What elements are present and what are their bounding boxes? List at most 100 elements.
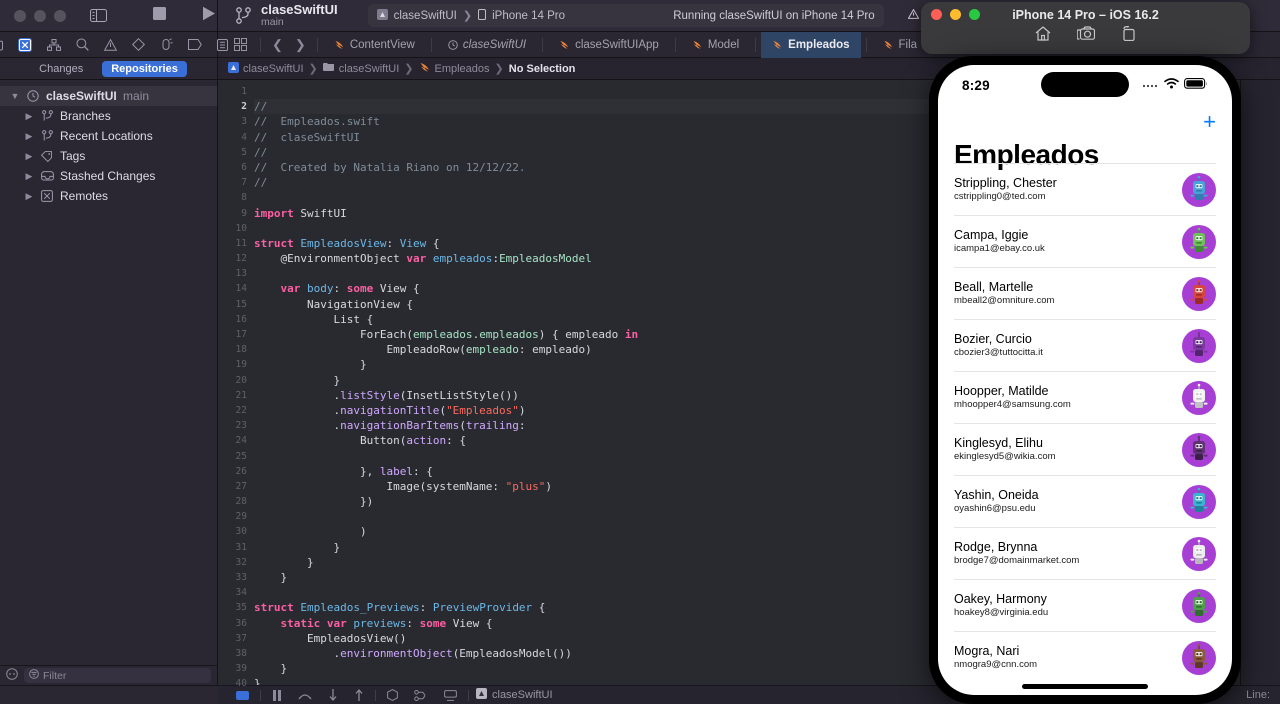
pause-icon[interactable] (264, 689, 290, 701)
tree-item-stashed-changes[interactable]: ▶ Stashed Changes (0, 166, 217, 186)
editor-tab-contentview[interactable]: ContentView (323, 32, 426, 58)
disclosure-chevron-right-icon[interactable]: ▶ (24, 151, 34, 162)
activity-status-bar[interactable]: claseSwiftUI ❯ iPhone 14 Pro Running cla… (367, 4, 884, 27)
segment-repositories[interactable]: Repositories (102, 60, 187, 77)
simulator-minimize-button[interactable] (950, 9, 961, 20)
line-number: 6 (241, 161, 247, 173)
breadcrumb-item-folder[interactable]: claseSwiftUI (322, 62, 399, 75)
list-item[interactable]: Bozier, Curcio cbozier3@tuttocitta.it (954, 319, 1216, 371)
list-item[interactable]: Yashin, Oneida oyashin6@psu.edu (954, 475, 1216, 527)
symbols-icon[interactable] (47, 38, 61, 51)
code-token: PreviewProvider (432, 601, 533, 615)
debug-icon[interactable] (160, 38, 173, 51)
related-items-icon[interactable] (226, 38, 255, 51)
rotate-device-icon[interactable] (1121, 25, 1137, 46)
list-item[interactable]: Mogra, Nari nmogra9@cnn.com (954, 631, 1216, 683)
navigate-forward-button[interactable]: ❯ (289, 37, 312, 53)
folder-icon[interactable] (0, 39, 3, 51)
disclosure-chevron-right-icon[interactable]: ▶ (24, 191, 34, 202)
memory-graph-icon[interactable] (379, 689, 406, 701)
dynamic-island (1041, 72, 1129, 97)
tree-item-branches[interactable]: ▶ Branches (0, 106, 217, 126)
list-item[interactable]: Strippling, Chester cstrippling0@ted.com (954, 163, 1216, 215)
list-item[interactable]: Hoopper, Matilde mhoopper4@samsung.com (954, 371, 1216, 423)
list-item[interactable]: Rodge, Brynna brodge7@domainmarket.com (954, 527, 1216, 579)
code-token: empleados (412, 328, 473, 341)
stop-icon[interactable] (153, 6, 166, 25)
line-number: 12 (235, 253, 247, 265)
disclosure-chevron-down-icon[interactable]: ▼ (10, 91, 20, 101)
continue-execution-icon[interactable] (228, 690, 257, 700)
filter-options-icon[interactable] (6, 667, 18, 685)
step-over-icon[interactable] (290, 691, 320, 700)
tree-item-tags[interactable]: ▶ Tags (0, 146, 217, 166)
simulator-close-button[interactable] (931, 9, 942, 20)
tree-item-recent-locations[interactable]: ▶ Recent Locations (0, 126, 217, 146)
disclosure-chevron-right-icon[interactable]: ▶ (24, 111, 34, 122)
simulator-zoom-button[interactable] (969, 9, 980, 20)
employee-list[interactable]: Strippling, Chester cstrippling0@ted.com C… (938, 163, 1232, 695)
code-token: empleado (465, 343, 519, 357)
filter-input[interactable]: Filter (24, 668, 211, 683)
code-token: struct (254, 601, 294, 615)
disclosure-chevron-right-icon[interactable]: ▶ (24, 131, 34, 142)
code-token: navigationTitle (340, 403, 440, 417)
sidebar-toggle-icon[interactable] (90, 9, 107, 22)
segment-changes[interactable]: Changes (30, 61, 92, 77)
simulator-window[interactable]: iPhone 14 Pro – iOS 16.2 8:29 + Empleado… (921, 0, 1250, 704)
tag-icon (40, 150, 54, 162)
tree-item-repository[interactable]: ▼ claseSwiftUI main (0, 86, 217, 106)
zoom-window-button[interactable] (54, 9, 66, 22)
employee-name: Rodge, Brynna (954, 540, 1038, 554)
tree-item-remotes[interactable]: ▶ Remotes (0, 186, 217, 206)
line-number: 28 (235, 496, 247, 508)
close-window-button[interactable] (14, 9, 26, 22)
window-traffic-lights[interactable] (14, 9, 66, 22)
simulator-traffic-lights[interactable] (931, 9, 980, 20)
plus-icon[interactable]: + (1203, 111, 1216, 133)
recent-clock-icon (448, 39, 458, 50)
home-icon[interactable] (1035, 26, 1051, 46)
code-token: } (254, 373, 341, 387)
editor-tab-fila[interactable]: Fila (872, 32, 929, 58)
debug-target-label[interactable]: claseSwiftUI (476, 688, 553, 702)
list-item-text: Beall, Martelle mbeall2@omniture.com (954, 280, 1172, 307)
list-item[interactable]: Beall, Martelle mbeall2@omniture.com (954, 267, 1216, 319)
code-token: ForEach( (254, 328, 413, 341)
view-hierarchy-icon[interactable] (406, 689, 436, 701)
step-into-icon[interactable] (320, 689, 346, 701)
stash-icon (40, 171, 54, 181)
screenshot-camera-icon[interactable] (1076, 26, 1095, 46)
list-item[interactable]: Campa, Iggie icampa1@ebay.co.uk (954, 215, 1216, 267)
device-screen[interactable]: 8:29 + Empleados Strippling, Chester cst… (938, 65, 1232, 695)
editor-tab-claseswiftui[interactable]: claseSwiftUI (437, 32, 537, 58)
breadcrumb-item-file[interactable]: Empleados (419, 62, 490, 76)
breadcrumb-item-selection[interactable]: No Selection (509, 63, 576, 75)
project-title-block[interactable]: claseSwiftUI main (261, 3, 338, 28)
list-item[interactable]: Kinglesyd, Elihu ekinglesyd5@wikia.com (954, 423, 1216, 475)
search-icon[interactable] (76, 38, 89, 51)
minimize-window-button[interactable] (34, 9, 46, 22)
editor-tab-model[interactable]: Model (681, 32, 750, 58)
app-target-icon (476, 688, 487, 702)
editor-tab-claseswiftuiapp[interactable]: claseSwiftUIApp (548, 32, 670, 58)
issues-warning-icon[interactable] (104, 38, 117, 51)
step-out-icon[interactable] (346, 689, 372, 701)
tree-item-label: Recent Locations (60, 129, 153, 143)
editor-tab-empleados[interactable]: Empleados (761, 31, 861, 58)
breadcrumb-item-project[interactable]: claseSwiftUI (228, 61, 304, 76)
code-token: body (307, 282, 334, 296)
environment-overrides-icon[interactable] (436, 689, 465, 701)
navigate-back-button[interactable]: ❮ (266, 37, 289, 53)
tests-diamond-icon[interactable] (132, 38, 145, 51)
code-token: { (532, 601, 546, 615)
disclosure-chevron-right-icon[interactable]: ▶ (24, 171, 34, 182)
code-token: }, (254, 464, 380, 478)
run-icon[interactable] (202, 6, 216, 26)
source-control-icon[interactable] (18, 37, 32, 52)
tree-item-label: Branches (60, 109, 111, 123)
avatar (1182, 536, 1216, 571)
breakpoints-icon[interactable] (188, 39, 202, 50)
line-number: 13 (235, 268, 247, 280)
list-item[interactable]: Oakey, Harmony hoakey8@virginia.edu (954, 579, 1216, 631)
